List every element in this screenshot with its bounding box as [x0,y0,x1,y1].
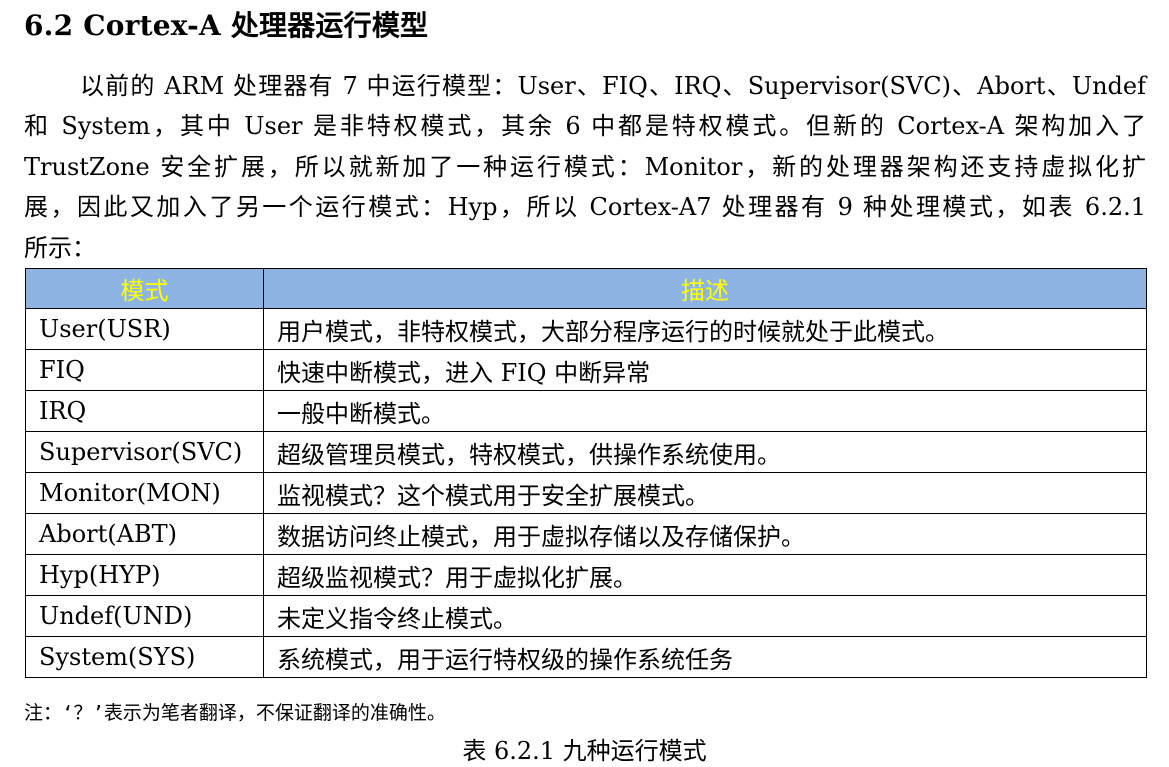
description-cell: 快速中断模式，进入 FIQ 中断异常 [263,349,1147,391]
modes-table: 模式 描述 User(USR) 用户模式，非特权模式，大部分程序运行的时候就处于… [25,268,1147,678]
paragraph-line: TrustZone 安全扩展，所以就新加了一种运行模式：Monitor，新的处理… [24,152,1146,181]
table-row: Supervisor(SVC) 超级管理员模式，特权模式，供操作系统使用。 [25,431,1147,473]
header-description: 描述 [263,268,1147,309]
description-cell: 用户模式，非特权模式，大部分程序运行的时候就处于此模式。 [263,308,1147,350]
mode-cell: User(USR) [25,308,264,350]
section-heading: 6.2 Cortex-A 处理器运行模型 [24,9,429,42]
paragraph-line: 展，因此又加入了另一个运行模式：Hyp，所以 Cortex-A7 处理器有 9 … [24,193,1146,222]
table-header-row: 模式 描述 [25,268,1147,309]
description-cell: 监视模式？这个模式用于安全扩展模式。 [263,472,1147,514]
paragraph-line: 以前的 ARM 处理器有 7 中运行模型：User、FIQ、IRQ、Superv… [80,72,1146,100]
paragraph-line: 和 System，其中 User 是非特权模式，其余 6 中都是特权模式。但新的… [24,112,1146,141]
table-row: User(USR) 用户模式，非特权模式，大部分程序运行的时候就处于此模式。 [25,308,1147,350]
description-cell: 数据访问终止模式，用于虚拟存储以及存储保护。 [263,513,1147,555]
intro-paragraph: 以前的 ARM 处理器有 7 中运行模型：User、FIQ、IRQ、Superv… [24,66,1146,268]
mode-cell: Undef(UND) [25,595,264,637]
mode-cell: FIQ [25,349,264,391]
description-cell: 未定义指令终止模式。 [263,595,1147,637]
table-caption: 表 6.2.1 九种运行模式 [462,737,707,765]
mode-cell: Supervisor(SVC) [25,431,264,473]
mode-cell: Abort(ABT) [25,513,264,555]
description-cell: 超级管理员模式，特权模式，供操作系统使用。 [263,431,1147,473]
paragraph-line: 所示： [24,233,96,262]
table-row: IRQ 一般中断模式。 [25,390,1147,432]
mode-cell: Hyp(HYP) [25,554,264,596]
table-row: Monitor(MON) 监视模式？这个模式用于安全扩展模式。 [25,472,1147,514]
table-row: Undef(UND) 未定义指令终止模式。 [25,595,1147,637]
table-row: Hyp(HYP) 超级监视模式？用于虚拟化扩展。 [25,554,1147,596]
description-cell: 系统模式，用于运行特权级的操作系统任务 [263,636,1147,678]
translation-note: 注：‘？’表示为笔者翻译，不保证翻译的准确性。 [24,702,446,724]
table-row: System(SYS) 系统模式，用于运行特权级的操作系统任务 [25,636,1147,678]
mode-cell: Monitor(MON) [25,472,264,514]
table-row: Abort(ABT) 数据访问终止模式，用于虚拟存储以及存储保护。 [25,513,1147,555]
description-cell: 一般中断模式。 [263,390,1147,432]
table-row: FIQ 快速中断模式，进入 FIQ 中断异常 [25,349,1147,391]
header-mode: 模式 [25,268,264,309]
mode-cell: IRQ [25,390,264,432]
description-cell: 超级监视模式？用于虚拟化扩展。 [263,554,1147,596]
mode-cell: System(SYS) [25,636,264,678]
